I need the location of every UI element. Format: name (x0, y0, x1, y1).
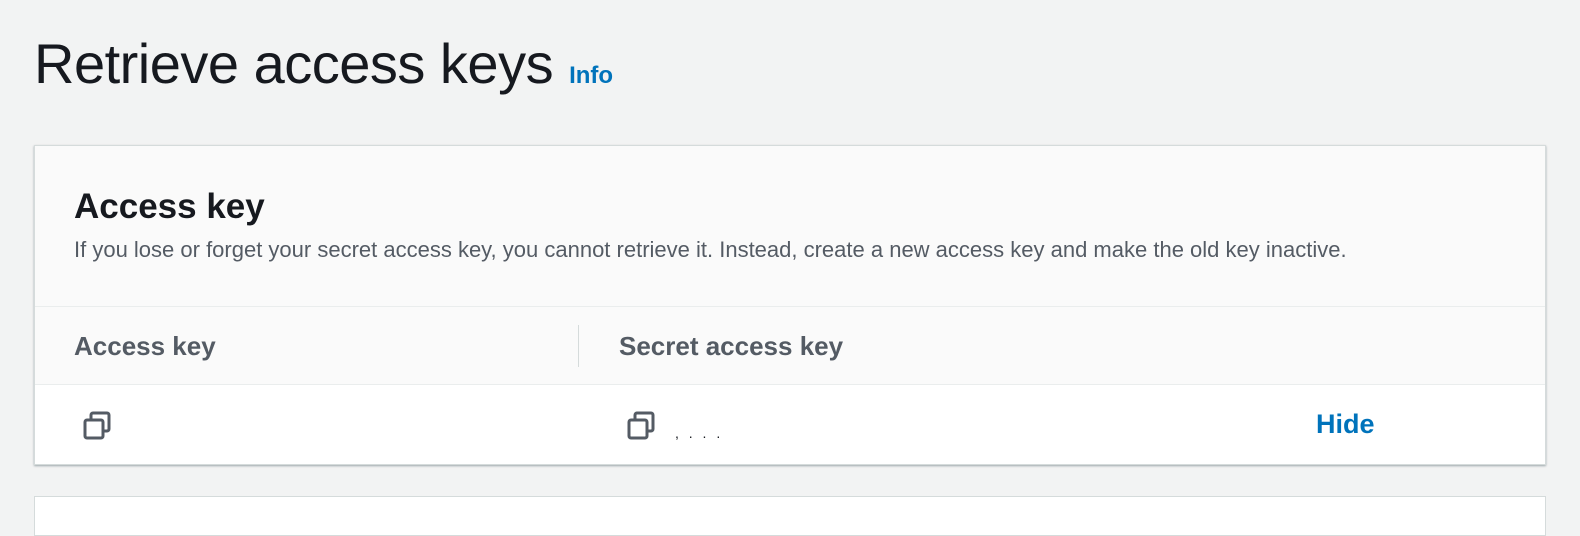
container-header: Access key If you lose or forget your se… (35, 146, 1545, 307)
page-title: Retrieve access keys (34, 32, 554, 95)
access-key-container: Access key If you lose or forget your se… (34, 145, 1546, 465)
table-header: Access key Secret access key (35, 307, 1545, 385)
copy-icon[interactable] (83, 411, 113, 441)
next-container (34, 496, 1546, 536)
column-header-secret-access-key: Secret access key (619, 331, 844, 361)
container-description: If you lose or forget your secret access… (74, 237, 1347, 262)
info-link[interactable]: Info (569, 62, 613, 90)
table-row: , . . . Hide (35, 385, 1545, 464)
copy-icon[interactable] (627, 411, 657, 441)
column-divider[interactable] (578, 325, 579, 367)
column-header-access-key: Access key (74, 331, 216, 361)
container-title: Access key (74, 187, 265, 226)
page-header: Retrieve access keys Info (34, 36, 613, 92)
secret-access-key-value: , . . . (675, 425, 724, 441)
hide-secret-button[interactable]: Hide (1316, 409, 1375, 440)
